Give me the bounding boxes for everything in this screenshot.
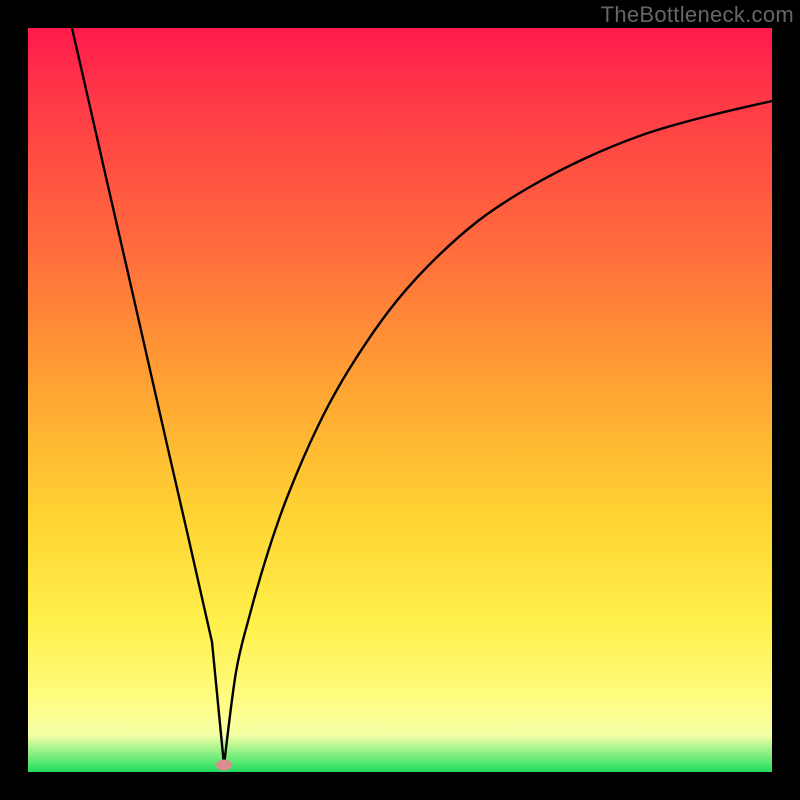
plot-area — [28, 28, 772, 772]
chart-frame: TheBottleneck.com — [0, 0, 800, 800]
curve-svg — [28, 28, 772, 772]
min-marker — [216, 760, 232, 771]
bottleneck-curve — [72, 28, 772, 765]
attribution-text: TheBottleneck.com — [601, 2, 794, 28]
